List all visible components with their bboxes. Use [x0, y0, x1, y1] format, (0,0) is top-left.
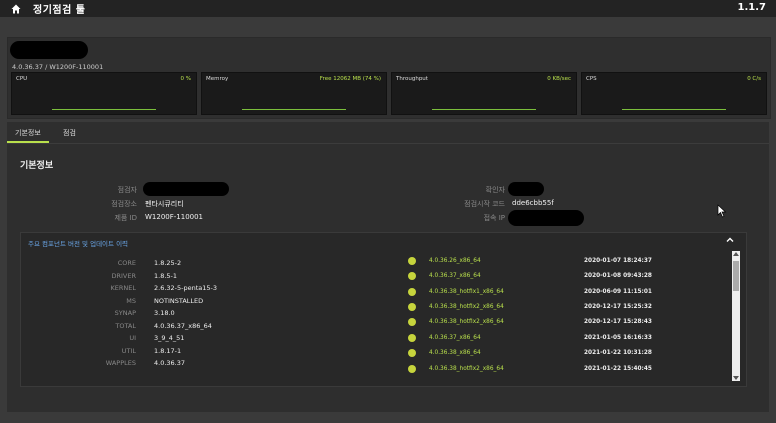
- scroll-down-arrow-icon[interactable]: [733, 376, 739, 380]
- history-version: 4.0.36.38_hotfix2_x86_64: [429, 319, 504, 325]
- mouse-cursor-icon: [717, 204, 727, 218]
- history-date: 2021-01-05 16:16:33: [584, 335, 652, 341]
- history-version: 4.0.36.37_x86_64: [429, 335, 481, 341]
- metric-value: 0 KB/sec: [547, 76, 571, 82]
- history-date: 2021-01-22 15:40:45: [584, 366, 652, 372]
- app-title: 정기점검 툴: [33, 5, 86, 16]
- metric-throughput: Throughput 0 KB/sec: [391, 72, 577, 115]
- device-info: 4.0.36.37 / W1200F-110001: [12, 63, 104, 71]
- metric-label: Memroy: [206, 76, 229, 82]
- component-name: TOTAL: [115, 322, 136, 330]
- access-ip-label: 접속 IP: [483, 214, 505, 222]
- metric-memory: Memroy Free 12062 MB (74 %): [201, 72, 387, 115]
- component-name: CORE: [117, 259, 136, 267]
- component-version: 1.8.17-1: [154, 347, 182, 355]
- component-version: 1.8.5-1: [154, 272, 178, 280]
- metric-graph-line: [432, 109, 536, 110]
- app-version: 1.1.7: [737, 2, 766, 13]
- component-version: 4.0.36.37: [154, 359, 186, 367]
- start-code-value: dde6cbb55f: [512, 199, 554, 207]
- history-status-dot: [408, 349, 416, 357]
- component-name: UTIL: [121, 347, 136, 355]
- metric-value: 0 C/s: [747, 76, 761, 82]
- history-date: 2020-01-08 09:43:28: [584, 273, 652, 279]
- versions-title: 주요 컴포넌트 버전 및 업데이트 이력: [28, 240, 129, 248]
- device-panel: 4.0.36.37 / W1200F-110001 CPU 0 % Memroy…: [7, 37, 771, 119]
- history-date: 2020-12-17 15:25:32: [584, 304, 652, 310]
- redacted-inspector: [143, 182, 229, 196]
- scroll-up-arrow-icon[interactable]: [733, 252, 739, 256]
- metric-label: CPU: [16, 76, 28, 82]
- location-label: 점검장소: [111, 200, 137, 208]
- component-name: MS: [126, 297, 136, 305]
- confirmer-label: 확인자: [485, 186, 505, 194]
- component-name: SYNAP: [114, 309, 136, 317]
- history-date: 2021-01-22 10:31:28: [584, 350, 652, 356]
- history-status-dot: [408, 318, 416, 326]
- history-status-dot: [408, 257, 416, 265]
- history-version: 4.0.36.38_hotfix2_x86_64: [429, 304, 504, 310]
- component-version: 2.6.32-5-penta15-3: [154, 284, 218, 292]
- component-name: DRIVER: [111, 272, 136, 280]
- main-panel: 기본정보 점검 기본정보 점검자 점검장소 펜타시큐리티 제품 ID W1200…: [7, 122, 769, 412]
- product-id-value: W1200F-110001: [145, 213, 204, 221]
- history-version: 4.0.36.38_hotfix1_x86_64: [429, 289, 504, 295]
- history-status-dot: [408, 334, 416, 342]
- metric-value: 0 %: [180, 76, 191, 82]
- history-status-dot: [408, 272, 416, 280]
- history-date: 2020-12-17 15:28:43: [584, 319, 652, 325]
- history-date: 2020-01-07 18:24:37: [584, 258, 652, 264]
- metric-label: CPS: [586, 76, 597, 82]
- redacted-access-ip: [508, 210, 584, 226]
- component-name: UI: [129, 334, 136, 342]
- metric-cps: CPS 0 C/s: [581, 72, 767, 115]
- metric-graph-line: [622, 109, 726, 110]
- history-status-dot: [408, 303, 416, 311]
- tab-inspection[interactable]: 점검: [63, 128, 76, 138]
- start-code-label: 점검시작 코드: [464, 200, 505, 208]
- redacted-device-name: [10, 41, 88, 59]
- history-scrollbar[interactable]: [732, 251, 740, 381]
- history-date: 2020-06-09 11:15:01: [584, 289, 652, 295]
- metric-graph-line: [242, 109, 346, 110]
- component-version: 3_9_4_51: [154, 334, 185, 342]
- product-id-label: 제품 ID: [114, 214, 137, 222]
- versions-panel: 주요 컴포넌트 버전 및 업데이트 이력 CORE 1.8.25-2 DRIVE…: [20, 232, 747, 387]
- section-title: 기본정보: [20, 161, 54, 171]
- chevron-up-icon[interactable]: [726, 236, 734, 244]
- component-name: KERNEL: [110, 284, 136, 292]
- metric-graph-line: [52, 109, 156, 110]
- component-version: 3.18.0: [154, 309, 175, 317]
- tab-basic-info[interactable]: 기본정보: [15, 128, 41, 138]
- component-version: NOTINSTALLED: [154, 297, 204, 305]
- component-version: 4.0.36.37_x86_64: [154, 322, 212, 330]
- component-name: WAPPLES: [105, 359, 136, 367]
- history-version: 4.0.36.38_x86_64: [429, 350, 481, 356]
- home-icon[interactable]: [11, 4, 21, 14]
- history-version: 4.0.36.37_x86_64: [429, 273, 481, 279]
- location-value: 펜타시큐리티: [145, 200, 184, 208]
- history-version: 4.0.36.26_x86_64: [429, 258, 481, 264]
- metrics-row: CPU 0 % Memroy Free 12062 MB (74 %) Thro…: [11, 72, 767, 115]
- history-status-dot: [408, 288, 416, 296]
- history-version: 4.0.36.38_hotfix2_x86_64: [429, 366, 504, 372]
- tab-bar: 기본정보 점검: [7, 122, 769, 144]
- metric-cpu: CPU 0 %: [11, 72, 197, 115]
- metric-value: Free 12062 MB (74 %): [319, 76, 381, 82]
- active-tab-indicator: [7, 141, 49, 143]
- redacted-confirmer: [508, 182, 544, 196]
- top-bar: 정기점검 툴 1.1.7: [0, 0, 776, 17]
- component-version: 1.8.25-2: [154, 259, 182, 267]
- history-status-dot: [408, 365, 416, 373]
- scroll-thumb[interactable]: [733, 261, 739, 291]
- metric-label: Throughput: [396, 76, 428, 82]
- inspector-label: 점검자: [117, 186, 137, 194]
